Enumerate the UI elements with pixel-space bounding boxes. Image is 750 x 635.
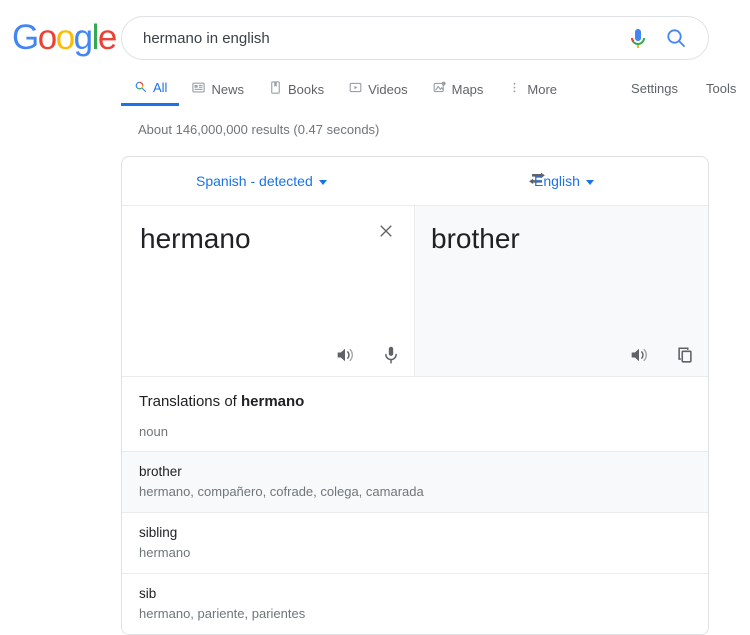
definition-row[interactable]: sib hermano, pariente, parientes [122,573,708,634]
search-nav-tabs: All News Books [121,72,750,108]
search-box[interactable] [121,16,709,60]
search-input[interactable] [141,29,626,48]
definition-word: sibling [139,523,691,542]
result-stats: About 146,000,000 results (0.47 seconds) [138,122,750,137]
definition-word: sib [139,584,691,603]
logo-letter-o2: o [56,18,74,57]
definition-word: brother [139,462,691,481]
source-pane-actions [334,344,402,366]
tab-label-news: News [211,83,244,96]
speaker-icon[interactable] [334,344,356,366]
tab-label-videos: Videos [368,83,408,96]
search-icon [133,79,148,97]
tab-label-all: All [153,81,167,94]
search-box-actions [626,26,688,50]
source-language-selector[interactable]: Spanish - detected [196,173,327,189]
target-text: brother [431,220,520,258]
tab-videos[interactable]: Videos [336,72,420,106]
logo-letter-o1: o [38,18,56,57]
logo-letter-e: e [98,18,116,57]
copy-icon[interactable] [674,344,696,366]
book-icon [268,80,283,98]
tab-all[interactable]: All [121,72,179,106]
definitions-title-prefix: Translations of [139,393,241,410]
clear-source-button[interactable] [375,222,397,244]
microphone-icon[interactable] [626,26,650,50]
definition-synonyms: hermano [139,543,691,562]
search-icon[interactable] [664,26,688,50]
chevron-down-icon [319,180,327,185]
settings-link[interactable]: Settings [631,72,678,106]
source-language-label: Spanish - detected [196,173,313,189]
more-vertical-icon [507,80,522,98]
logo-letter-g1: G [12,18,38,57]
speaker-icon[interactable] [628,344,650,366]
tab-label-more: More [527,83,557,96]
definition-row[interactable]: brother hermano, compañero, cofrade, col… [122,451,708,512]
source-pane: hermano [122,206,415,376]
close-icon [377,222,395,245]
part-of-speech-label: noun [122,424,708,451]
target-pane-actions [628,344,696,366]
google-logo[interactable]: Google [12,20,116,55]
chevron-down-icon [586,180,594,185]
video-icon [348,80,363,98]
nav-right-links: Settings Tools [631,72,736,106]
definition-synonyms: hermano, pariente, parientes [139,604,691,623]
newspaper-icon [191,80,206,98]
tab-label-books: Books [288,83,324,96]
translate-language-bar: Spanish - detected English [122,157,708,206]
definition-synonyms: hermano, compañero, cofrade, colega, cam… [139,482,691,501]
translations-definitions: Translations of hermano noun brother her… [122,376,708,634]
definition-row[interactable]: sibling hermano [122,512,708,573]
page-header: Google [0,0,750,72]
microphone-icon[interactable] [380,344,402,366]
tab-books[interactable]: Books [256,72,336,106]
map-pin-icon [432,80,447,98]
tools-link[interactable]: Tools [706,72,736,106]
definitions-title-word: hermano [241,393,304,410]
definitions-title: Translations of hermano [122,377,708,424]
tab-label-maps: Maps [452,83,484,96]
tab-maps[interactable]: Maps [420,72,496,106]
target-pane: brother [415,206,708,376]
logo-letter-g2: g [74,18,92,57]
translate-widget: Spanish - detected English hermano [121,156,709,635]
translate-panes: hermano [122,206,708,376]
target-language-selector[interactable]: English [534,173,594,189]
target-language-label: English [534,173,580,189]
source-text[interactable]: hermano [140,220,251,258]
tab-list: All News Books [121,72,569,106]
tab-news[interactable]: News [179,72,256,106]
tab-more[interactable]: More [495,72,569,106]
